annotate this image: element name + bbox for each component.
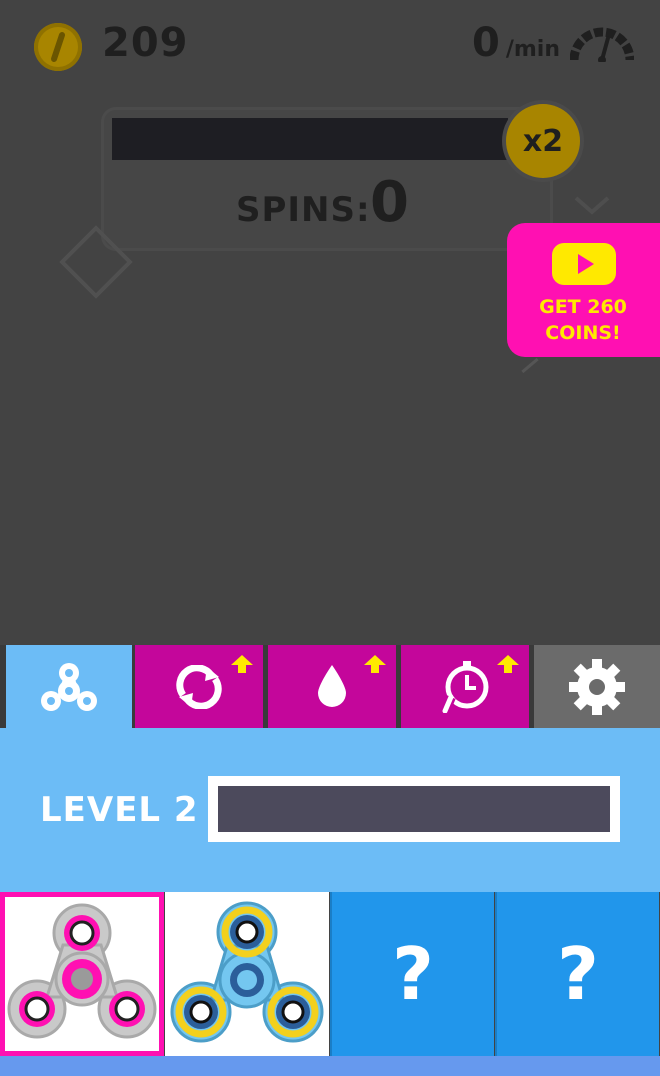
- chevron-icon: [572, 190, 612, 224]
- blue-fidget-spinner-icon: [170, 901, 324, 1043]
- coin-icon: [34, 23, 82, 71]
- spin-rate: 0/min: [472, 20, 560, 66]
- bottom-strip: [0, 1056, 660, 1076]
- locked-question-mark: ?: [557, 932, 599, 1016]
- spins-label: SPINS:: [236, 190, 371, 230]
- video-reward-line1: GET 260: [539, 296, 627, 318]
- tab-lubricant[interactable]: [268, 645, 396, 728]
- tab-settings[interactable]: [534, 645, 660, 728]
- level-label: LEVEL 2: [40, 790, 199, 830]
- spin-rate-unit: /min: [505, 37, 560, 62]
- coin-count: 209: [102, 20, 189, 66]
- spin-rate-value: 0: [471, 20, 500, 66]
- video-reward-line2: COINS!: [545, 322, 621, 344]
- rotate-arrows-icon: [176, 664, 222, 709]
- speedometer-icon: [569, 26, 635, 66]
- locked-question-mark: ?: [392, 932, 434, 1016]
- pink-fidget-spinner-icon: [7, 903, 157, 1039]
- spinner-slot-owned[interactable]: [165, 892, 329, 1056]
- fidget-spinner-icon: [41, 662, 97, 711]
- play-video-icon: [552, 243, 616, 285]
- tab-rotation[interactable]: [135, 645, 263, 728]
- upgrade-arrow-icon: [364, 655, 386, 673]
- upgrade-arrow-icon: [497, 655, 519, 673]
- spin-progress-bar: [112, 118, 508, 160]
- stopwatch-icon: [440, 660, 489, 713]
- tab-spinner[interactable]: [6, 645, 132, 728]
- video-reward-label: GET 260 COINS!: [520, 294, 646, 346]
- level-progress-track: [218, 786, 610, 832]
- divider: [521, 357, 539, 374]
- spinner-slot-locked[interactable]: ?: [330, 892, 494, 1056]
- tab-duration[interactable]: [401, 645, 529, 728]
- upgrade-arrow-icon: [231, 655, 253, 673]
- spinner-slot-selected[interactable]: [0, 892, 164, 1056]
- spinner-slot-locked[interactable]: ?: [495, 892, 659, 1056]
- gear-icon: [569, 658, 625, 715]
- multiplier-badge[interactable]: x2: [506, 104, 580, 178]
- water-drop-icon: [318, 664, 346, 707]
- spins-value: 0: [370, 170, 409, 235]
